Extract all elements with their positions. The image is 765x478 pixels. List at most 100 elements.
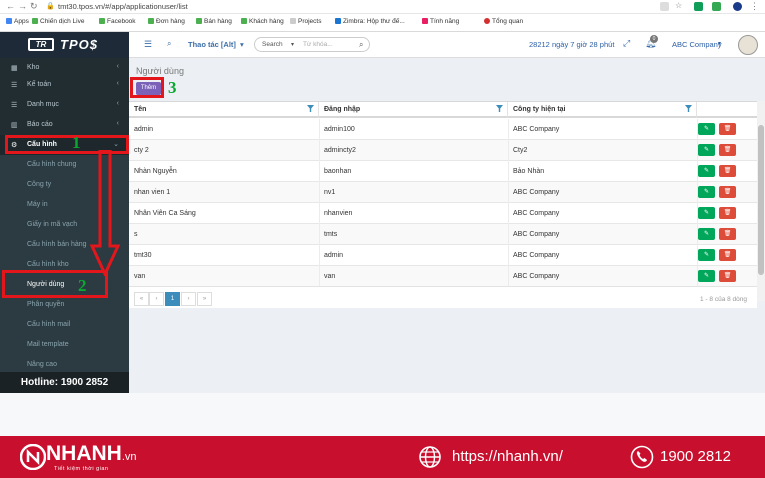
delete-button[interactable]: 🗑︎ — [719, 165, 736, 177]
company-selector[interactable]: ABC Company — [672, 40, 722, 49]
fullscreen-icon[interactable]: ⤢ — [623, 38, 630, 49]
url-text[interactable]: tmt30.tpos.vn/#/app/applicationuser/list — [58, 2, 188, 11]
delete-button[interactable]: 🗑︎ — [719, 228, 736, 240]
sidebar-item-danh-muc[interactable]: ☰ Danh mục ‹ — [0, 95, 129, 115]
annotation-arrow — [90, 150, 120, 276]
chevron-down-icon[interactable]: ▾ — [240, 40, 244, 49]
hamburger-icon[interactable]: ☰ — [144, 39, 152, 50]
edit-button[interactable]: ✎ — [698, 207, 715, 219]
session-time: 28212 ngày 7 giờ 28 phút — [529, 40, 615, 49]
filter-icon[interactable] — [307, 105, 314, 112]
search-box[interactable]: Search ▾ Từ khóa... ⌕ — [254, 37, 370, 52]
star-icon[interactable]: ☆ — [675, 1, 682, 10]
search-input[interactable]: Từ khóa... — [303, 41, 333, 48]
search-icon[interactable]: ⌕ — [167, 39, 171, 49]
users-table: Tên Đăng nhập Công ty hiện tại admin adm… — [129, 101, 757, 306]
list-icon: ☰ — [11, 102, 18, 109]
bookmark-item[interactable]: Chiến dịch Live — [32, 18, 84, 25]
tagline: Tiết kiệm thời gian — [54, 466, 109, 472]
first-page-button[interactable]: « — [134, 292, 149, 306]
page-title: Người dùng — [136, 66, 184, 76]
annotation-box-3 — [130, 77, 164, 98]
delete-button[interactable]: 🗑︎ — [719, 123, 736, 135]
column-header-name[interactable]: Tên — [129, 102, 319, 118]
back-icon[interactable]: ← — [6, 1, 15, 11]
reload-icon[interactable]: ↻ — [30, 1, 38, 12]
page-info: 1 - 8 của 8 dòng — [700, 296, 747, 303]
bookmark-item[interactable]: Facebook — [99, 18, 136, 25]
menu-dots-icon[interactable]: ⋮ — [750, 1, 759, 12]
column-header-company[interactable]: Công ty hiện tại — [508, 102, 697, 118]
next-page-button[interactable]: › — [181, 292, 196, 306]
delete-button[interactable]: 🗑︎ — [719, 207, 736, 219]
page-blank-area — [0, 393, 765, 436]
edit-button[interactable]: ✎ — [698, 186, 715, 198]
column-header-actions — [697, 102, 757, 118]
column-header-login[interactable]: Đăng nhập — [319, 102, 508, 118]
table-row[interactable]: nhan vien 1 nv1 ABC Company ✎ 🗑︎ — [129, 182, 757, 203]
actions-menu[interactable]: Thao tác [Alt] — [188, 40, 236, 49]
profile-icon[interactable] — [733, 2, 742, 11]
bookmark-item[interactable]: Apps — [6, 18, 29, 25]
bookmark-item[interactable]: Khách hàng — [241, 18, 284, 25]
table-row[interactable]: tmt30 admin ABC Company ✎ 🗑︎ — [129, 245, 757, 266]
app-header: TR TPO$ ☰ ⌕ Thao tác [Alt] ▾ Search ▾ Từ… — [0, 32, 765, 58]
edit-button[interactable]: ✎ — [698, 165, 715, 177]
delete-button[interactable]: 🗑︎ — [719, 249, 736, 261]
annotation-number-2: 2 — [78, 276, 87, 295]
table-row[interactable]: cty 2 admincty2 Cty2 ✎ 🗑︎ — [129, 140, 757, 161]
edit-button[interactable]: ✎ — [698, 270, 715, 282]
scrollbar-thumb[interactable] — [758, 125, 764, 275]
grid-icon: ▦ — [11, 65, 18, 72]
chevron-left-icon: ‹ — [116, 63, 119, 70]
table-row[interactable]: s tmts ABC Company ✎ 🗑︎ — [129, 224, 757, 245]
chart-icon: ▥ — [11, 122, 18, 129]
phone-number: 1900 2812 — [660, 448, 731, 465]
sidebar-item-bao-cao[interactable]: ▥ Báo cáo ‹ — [0, 115, 129, 135]
website-link[interactable]: https://nhanh.vn/ — [452, 448, 563, 465]
table-row[interactable]: admin admin100 ABC Company ✎ 🗑︎ — [129, 119, 757, 140]
delete-button[interactable]: 🗑︎ — [719, 270, 736, 282]
bookmark-item[interactable]: Đơn hàng — [148, 18, 185, 25]
sidebar-subitem[interactable]: Mail template — [0, 335, 129, 355]
key-icon[interactable] — [660, 2, 669, 11]
table-row[interactable]: Nhân Viên Ca Sáng nhanvien ABC Company ✎… — [129, 203, 757, 224]
filter-icon[interactable] — [496, 105, 503, 112]
chevron-down-icon[interactable]: ▾ — [291, 41, 294, 48]
table-row[interactable]: van van ABC Company ✎ 🗑︎ — [129, 266, 757, 287]
sidebar-subitem[interactable]: Phân quyền — [0, 295, 129, 315]
pagination: « ‹ 1 › » 1 - 8 của 8 dòng — [129, 286, 757, 308]
sidebar-subitem[interactable]: Cấu hình mail — [0, 315, 129, 335]
vertical-scrollbar[interactable] — [757, 101, 765, 301]
bookmark-item[interactable]: Bán hàng — [196, 18, 232, 25]
forward-icon[interactable]: → — [18, 1, 27, 11]
prev-page-button[interactable]: ‹ — [149, 292, 164, 306]
bookmark-item[interactable]: Tổng quan — [484, 18, 523, 25]
edit-button[interactable]: ✎ — [698, 228, 715, 240]
chevron-down-icon[interactable]: ▾ — [718, 40, 721, 47]
chevron-left-icon: ‹ — [116, 100, 119, 107]
bookmark-item[interactable]: Projects — [290, 18, 321, 25]
filter-icon[interactable] — [685, 105, 692, 112]
extension-icon[interactable] — [694, 2, 703, 11]
edit-button[interactable]: ✎ — [698, 144, 715, 156]
bookmark-item[interactable]: Zimbra: Hộp thư đế... — [335, 18, 405, 25]
search-icon[interactable]: ⌕ — [359, 40, 363, 50]
list-icon: ☰ — [11, 82, 18, 89]
logo[interactable]: TR TPO$ — [0, 32, 129, 58]
nhanh-logo-icon — [20, 444, 46, 470]
last-page-button[interactable]: » — [197, 292, 212, 306]
table-row[interactable]: Nhàn Nguyễn baonhan Bảo Nhàn ✎ 🗑︎ — [129, 161, 757, 182]
chevron-left-icon: ‹ — [116, 80, 119, 87]
page-1-button[interactable]: 1 — [165, 292, 180, 306]
avatar[interactable] — [738, 35, 758, 55]
bookmarks-bar: Apps Chiến dịch Live Facebook Đơn hàng B… — [0, 14, 765, 32]
search-scope[interactable]: Search — [262, 41, 283, 48]
delete-button[interactable]: 🗑︎ — [719, 186, 736, 198]
edit-button[interactable]: ✎ — [698, 123, 715, 135]
delete-button[interactable]: 🗑︎ — [719, 144, 736, 156]
bookmark-item[interactable]: Tính năng — [422, 18, 459, 25]
extension-icon[interactable] — [712, 2, 721, 11]
edit-button[interactable]: ✎ — [698, 249, 715, 261]
sidebar-item-ke-toan[interactable]: ☰ Kế toán ‹ — [0, 75, 129, 95]
